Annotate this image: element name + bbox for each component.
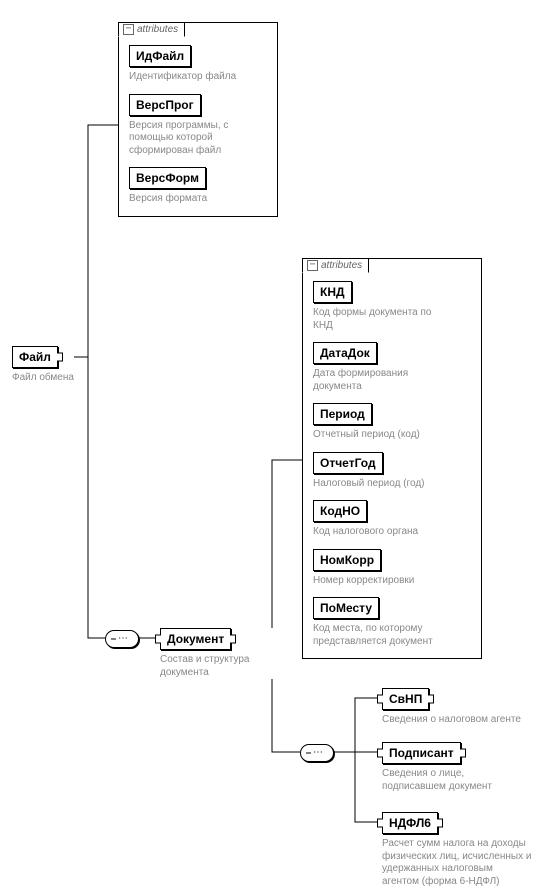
element-svnp: СвНП Сведения о налоговом агенте bbox=[382, 688, 521, 727]
element-file-desc: Файл обмена bbox=[12, 372, 74, 385]
attr-knd: КНД Код формы документа по КНД bbox=[313, 281, 471, 332]
element-svnp-box: СвНП bbox=[382, 688, 429, 710]
sequence-compositor-1: ⋯ bbox=[105, 630, 139, 648]
attr-otchetgod: ОтчетГод Налоговый период (год) bbox=[313, 452, 471, 491]
attributes-tab-label: attributes bbox=[137, 24, 178, 35]
element-document: Документ Состав и структура документа bbox=[160, 628, 280, 679]
sequence-compositor-2: ⋯ bbox=[300, 744, 334, 762]
attr-kodno: КодНО Код налогового органа bbox=[313, 500, 471, 539]
attributes-tab-label: attributes bbox=[321, 260, 362, 271]
element-podpisant-box: Подписант bbox=[382, 742, 461, 764]
collapse-icon[interactable]: − bbox=[307, 260, 318, 271]
element-document-desc: Состав и структура документа bbox=[160, 654, 280, 679]
attr-nomkorr: НомКорр Номер корректировки bbox=[313, 549, 471, 588]
attr-versform: ВерсФорм Версия формата bbox=[129, 167, 267, 206]
attr-versform-box: ВерсФорм bbox=[129, 167, 206, 189]
element-document-box: Документ bbox=[160, 628, 231, 650]
attr-period: Период Отчетный период (код) bbox=[313, 403, 471, 442]
attributes-tab-file[interactable]: − attributes bbox=[118, 22, 185, 37]
attr-pomestu: ПоМесту Код места, по которому представл… bbox=[313, 597, 471, 648]
element-file: Файл Файл обмена bbox=[12, 346, 74, 385]
element-file-box: Файл bbox=[12, 346, 58, 368]
attributes-group-file: − attributes ИдФайл Идентификатор файла … bbox=[118, 22, 278, 217]
attributes-group-document: − attributes КНД Код формы документа по … bbox=[302, 258, 482, 659]
element-file-label: Файл bbox=[19, 350, 51, 364]
collapse-icon[interactable]: − bbox=[123, 24, 134, 35]
element-ndfl6-box: НДФЛ6 bbox=[382, 812, 438, 834]
attr-idfile-box: ИдФайл bbox=[129, 45, 191, 67]
attr-datadok: ДатаДок Дата формирования документа bbox=[313, 342, 471, 393]
attr-versprog-box: ВерсПрог bbox=[129, 94, 201, 116]
attributes-tab-document[interactable]: − attributes bbox=[302, 258, 369, 273]
attr-idfile: ИдФайл Идентификатор файла bbox=[129, 45, 267, 84]
element-podpisant: Подписант Сведения о лице, подписавшем д… bbox=[382, 742, 522, 793]
element-document-label: Документ bbox=[167, 632, 224, 646]
attr-versprog: ВерсПрог Версия программы, с помощью кот… bbox=[129, 94, 267, 158]
element-ndfl6: НДФЛ6 Расчет сумм налога на доходы физич… bbox=[382, 812, 532, 888]
